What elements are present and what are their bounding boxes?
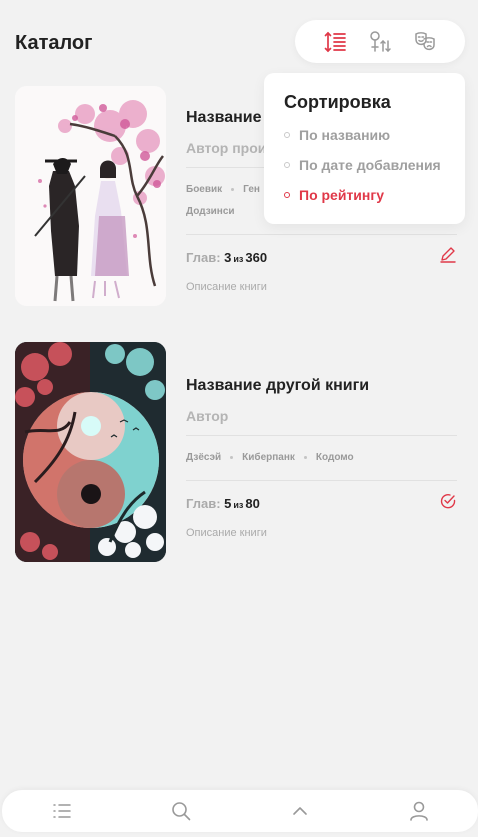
sort-icon[interactable] [322, 29, 348, 55]
chapters-row: Глав: 3 из 360 [186, 246, 457, 269]
edit-pencil-icon[interactable] [439, 246, 457, 269]
chapters-label: Глав: [186, 250, 221, 265]
sort-option-by-name[interactable]: По названию [284, 127, 465, 143]
separator-dot [303, 455, 307, 459]
chapters-of: из [233, 500, 244, 510]
divider [186, 234, 457, 235]
chapters-of: из [233, 254, 244, 264]
chapters-total: 360 [245, 250, 268, 265]
sort-option-label: По рейтингу [299, 187, 384, 203]
book-info: Название другой книги Автор Дзёсэй Киберп… [186, 342, 457, 539]
book-cover-image[interactable] [15, 86, 166, 306]
chapters-label: Глав: [186, 496, 221, 511]
chapters-current: 3 [224, 250, 232, 265]
separator-dot [231, 187, 235, 191]
chevron-up-icon[interactable] [280, 791, 320, 831]
genre-tag[interactable]: Дзёсэй [186, 452, 221, 463]
divider [186, 435, 457, 436]
radio-bullet-icon [284, 192, 290, 198]
search-icon[interactable] [161, 791, 201, 831]
sort-option-label: По дате добавления [299, 157, 441, 173]
sort-option-label: По названию [299, 127, 391, 143]
book-title[interactable]: Название другой книги [186, 377, 457, 395]
radio-bullet-icon [284, 132, 290, 138]
genre-tag[interactable]: Кодомо [316, 452, 354, 463]
book-author: Автор [186, 408, 229, 424]
chapters-current: 5 [224, 496, 232, 511]
separator-dot [230, 455, 234, 459]
sort-title: Сортировка [284, 92, 391, 112]
genre-tags: Дзёсэй Киберпанк Кодомо [186, 447, 457, 469]
filter-icon[interactable] [367, 29, 393, 55]
genre-tag[interactable]: Киберпанк [242, 452, 295, 463]
divider [186, 480, 457, 481]
genre-tag[interactable]: Боевик [186, 184, 222, 195]
sort-dropdown: Сортировка По названию По дате добавлени… [264, 73, 465, 224]
genre-tag[interactable]: Ген [243, 184, 260, 195]
check-circle-icon[interactable] [439, 492, 457, 515]
chapters-row: Глав: 5 из 80 [186, 492, 457, 515]
chapters-progress: Глав: 3 из 360 [186, 250, 267, 265]
book-description: Описание книги [186, 527, 267, 539]
book-description: Описание книги [186, 281, 267, 293]
genre-tag[interactable]: Додзинси [186, 206, 235, 217]
list-icon[interactable] [42, 791, 82, 831]
chapters-total: 80 [245, 496, 260, 511]
sort-option-by-date[interactable]: По дате добавления [284, 157, 465, 173]
book-cover-image[interactable] [15, 342, 166, 562]
radio-bullet-icon [284, 162, 290, 168]
profile-icon[interactable] [399, 791, 439, 831]
bottom-navigation [2, 790, 478, 832]
chapters-progress: Глав: 5 из 80 [186, 496, 260, 511]
genres-masks-icon[interactable] [412, 29, 438, 55]
sort-option-by-rating[interactable]: По рейтингу [284, 187, 465, 203]
page-title: Каталог [15, 32, 93, 54]
catalog-toolbar [295, 20, 465, 63]
